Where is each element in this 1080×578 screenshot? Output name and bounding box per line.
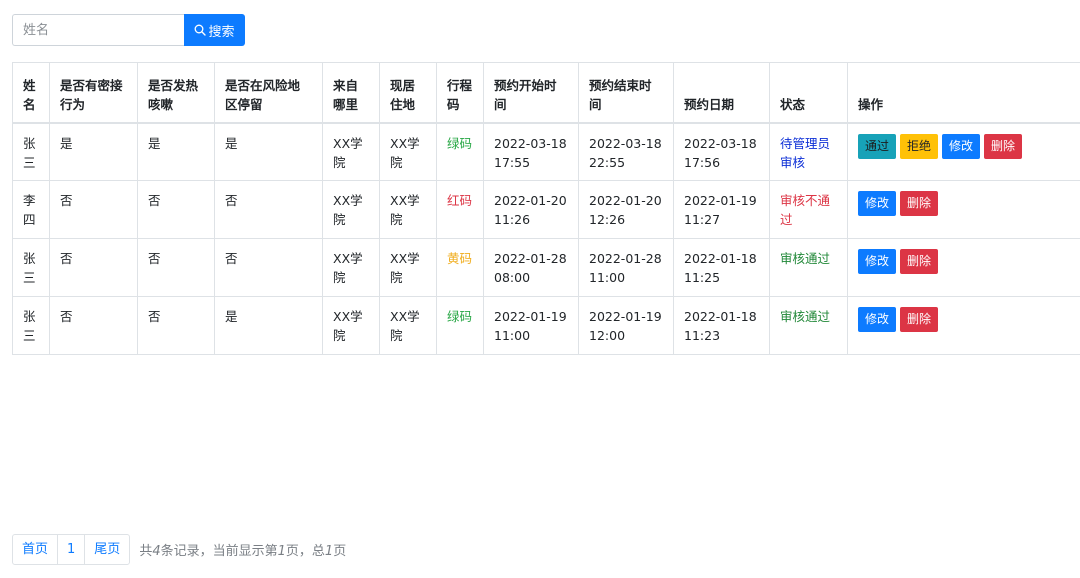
records-table: 姓名 是否有密接行为 是否发热咳嗽 是否在风险地区停留 来自哪里 现居住地 行程… (12, 62, 1080, 355)
cell-end-time: 2022-03-18 22:55 (578, 122, 674, 181)
cell-name: 张三 (12, 296, 50, 355)
header-fever-cough: 是否发热咳嗽 (137, 62, 215, 124)
cell-start-time: 2022-01-19 11:00 (483, 296, 579, 355)
cell-from-where: XX学院 (322, 296, 380, 355)
cell-actions: 修改 删除 (847, 180, 1080, 239)
search-button-label: 搜索 (208, 24, 235, 40)
header-close-contact: 是否有密接行为 (49, 62, 138, 124)
edit-button[interactable]: 修改 (858, 249, 897, 274)
search-icon (195, 24, 207, 36)
search-button[interactable]: 搜索 (184, 14, 245, 46)
cell-date: 2022-01-19 11:27 (673, 180, 770, 239)
cell-risk-area: 否 (214, 180, 323, 239)
row-actions: 修改 删除 (858, 249, 1080, 274)
cell-name: 张三 (12, 122, 50, 181)
cell-name: 张三 (12, 238, 50, 297)
info-mid: 条记录，当前显示第 (160, 544, 278, 559)
header-from-where: 来自哪里 (322, 62, 380, 124)
table-row: 张三 是 是 是 XX学院 XX学院 绿码 2022-03-18 17:55 2… (12, 122, 1080, 181)
cell-from-where: XX学院 (322, 122, 380, 181)
cell-fever-cough: 否 (137, 296, 215, 355)
cell-end-time: 2022-01-19 12:00 (578, 296, 674, 355)
header-risk-area: 是否在风险地区停留 (214, 62, 323, 124)
delete-button[interactable]: 删除 (984, 133, 1023, 159)
total-records: 4 (152, 544, 161, 559)
cell-start-time: 2022-01-20 11:26 (483, 180, 579, 239)
reject-button[interactable]: 拒绝 (900, 133, 939, 159)
cell-travel-code: 黄码 (436, 238, 484, 297)
table-header-row: 姓名 是否有密接行为 是否发热咳嗽 是否在风险地区停留 来自哪里 现居住地 行程… (12, 62, 1080, 124)
cell-name: 李四 (12, 180, 50, 239)
table-row: 张三 否 否 否 XX学院 XX学院 黄码 2022-01-28 08:00 2… (12, 238, 1080, 297)
cell-risk-area: 否 (214, 238, 323, 297)
cell-close-contact: 否 (49, 238, 138, 297)
current-page: 1 (277, 544, 286, 559)
edit-button[interactable]: 修改 (942, 133, 981, 159)
cell-travel-code: 绿码 (436, 122, 484, 181)
header-name: 姓名 (12, 62, 50, 124)
cell-fever-cough: 否 (137, 180, 215, 239)
last-page-link[interactable]: 尾页 (84, 534, 131, 565)
cell-start-time: 2022-03-18 17:55 (483, 122, 579, 181)
delete-button[interactable]: 删除 (900, 191, 939, 216)
cell-status: 待管理员审核 (769, 122, 848, 181)
header-date: 预约日期 (673, 62, 770, 124)
delete-button[interactable]: 删除 (900, 307, 939, 332)
page-link-1[interactable]: 1 (57, 534, 86, 565)
cell-residence: XX学院 (379, 180, 437, 239)
first-page-link[interactable]: 首页 (12, 534, 59, 565)
cell-from-where: XX学院 (322, 238, 380, 297)
table-row: 李四 否 否 否 XX学院 XX学院 红码 2022-01-20 11:26 2… (12, 180, 1080, 239)
cell-status: 审核不通过 (769, 180, 848, 239)
cell-residence: XX学院 (379, 238, 437, 297)
header-actions: 操作 (847, 62, 1080, 124)
approve-button[interactable]: 通过 (858, 133, 897, 159)
header-status: 状态 (769, 62, 848, 124)
cell-close-contact: 是 (49, 122, 138, 181)
header-start-time: 预约开始时间 (483, 62, 579, 124)
cell-travel-code: 红码 (436, 180, 484, 239)
cell-end-time: 2022-01-20 12:26 (578, 180, 674, 239)
search-bar: 搜索 (12, 14, 245, 46)
cell-risk-area: 是 (214, 296, 323, 355)
info-suffix: 页 (333, 544, 347, 559)
info-mid2: 页，总 (285, 544, 325, 559)
cell-close-contact: 否 (49, 296, 138, 355)
cell-start-time: 2022-01-28 08:00 (483, 238, 579, 297)
cell-date: 2022-01-18 11:25 (673, 238, 770, 297)
delete-button[interactable]: 删除 (900, 249, 939, 274)
search-input[interactable] (12, 14, 184, 46)
cell-actions: 修改 删除 (847, 238, 1080, 297)
cell-residence: XX学院 (379, 122, 437, 181)
info-prefix: 共 (139, 544, 153, 559)
header-residence: 现居住地 (379, 62, 437, 124)
cell-risk-area: 是 (214, 122, 323, 181)
cell-actions: 修改 删除 (847, 296, 1080, 355)
cell-end-time: 2022-01-28 11:00 (578, 238, 674, 297)
cell-from-where: XX学院 (322, 180, 380, 239)
cell-status: 审核通过 (769, 238, 848, 297)
row-actions: 修改 删除 (858, 307, 1080, 332)
cell-actions: 通过 拒绝 修改 删除 (847, 122, 1080, 181)
cell-fever-cough: 否 (137, 238, 215, 297)
edit-button[interactable]: 修改 (858, 191, 897, 216)
row-actions: 修改 删除 (858, 191, 1080, 216)
pagination-info: 共4条记录，当前显示第1页，总1页 (139, 540, 346, 559)
cell-date: 2022-03-18 17:56 (673, 122, 770, 181)
header-travel-code: 行程码 (436, 62, 484, 124)
header-end-time: 预约结束时间 (578, 62, 674, 124)
row-actions: 通过 拒绝 修改 删除 (858, 133, 1080, 159)
cell-residence: XX学院 (379, 296, 437, 355)
cell-date: 2022-01-18 11:23 (673, 296, 770, 355)
table-row: 张三 否 否 是 XX学院 XX学院 绿码 2022-01-19 11:00 2… (12, 296, 1080, 355)
pagination: 首页 1 尾页 共4条记录，当前显示第1页，总1页 (12, 534, 346, 565)
cell-travel-code: 绿码 (436, 296, 484, 355)
cell-close-contact: 否 (49, 180, 138, 239)
edit-button[interactable]: 修改 (858, 307, 897, 332)
total-pages: 1 (324, 544, 334, 559)
cell-status: 审核通过 (769, 296, 848, 355)
cell-fever-cough: 是 (137, 122, 215, 181)
